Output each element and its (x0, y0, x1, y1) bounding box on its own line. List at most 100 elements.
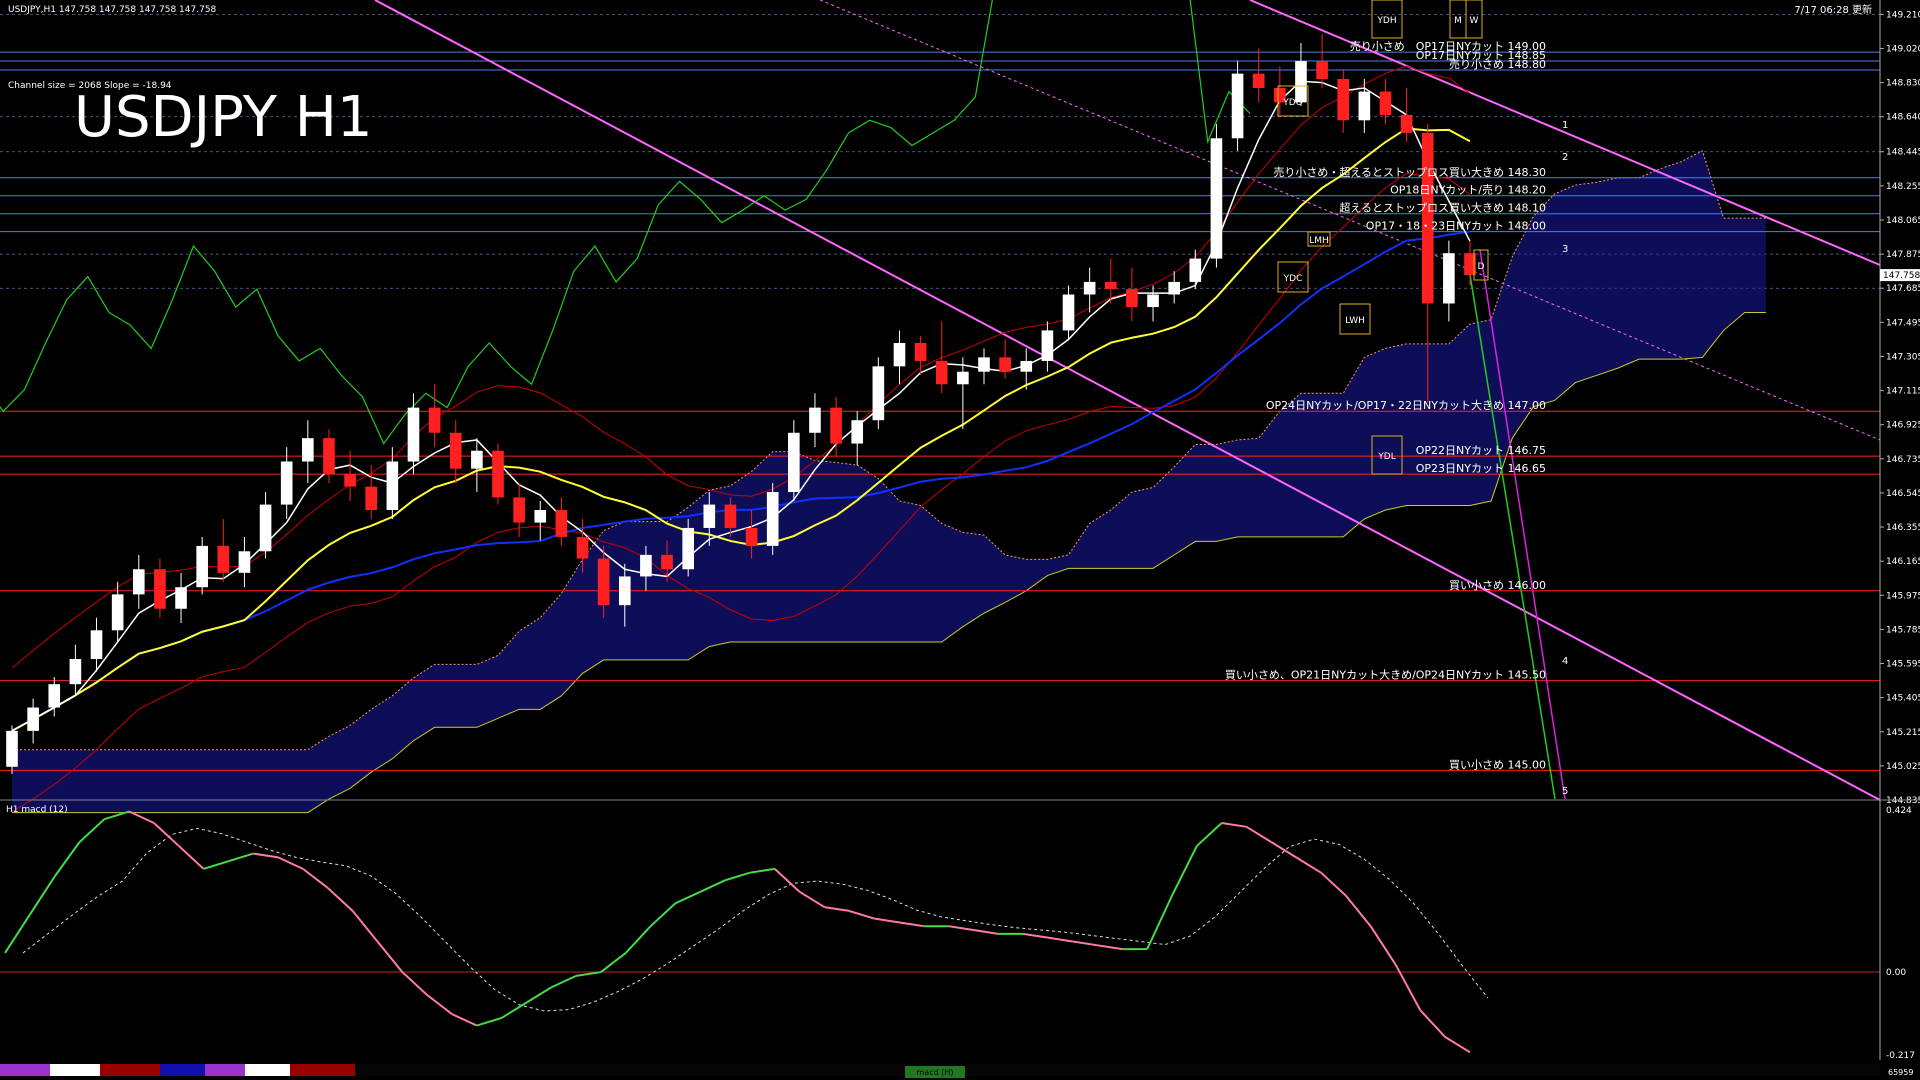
y-tick-label-18: 145.785 (1886, 625, 1920, 635)
candle-body-66 (1400, 114, 1413, 133)
candle-body-56 (1189, 258, 1202, 282)
session-bar-5 (205, 1064, 245, 1076)
y-tick-label-13: 146.735 (1886, 455, 1920, 465)
wave-label-3: 3 (1562, 244, 1568, 255)
y-tick-label-8: 147.685 (1886, 284, 1920, 294)
candle-body-36 (766, 492, 779, 546)
macd-title: H1 macd (12) (6, 805, 68, 815)
macd-tab-label[interactable]: macd (H) (917, 1068, 954, 1077)
wave-label-5: 5 (1562, 786, 1568, 797)
y-tick-label-12: 146.925 (1886, 421, 1920, 431)
session-bar-4 (160, 1064, 205, 1076)
chart-canvas: YDHYDOYDCYDLLMHLWHDM W 売り小さめ OP17日NYカット 1… (0, 0, 1920, 1080)
candle-body-3 (69, 659, 82, 685)
candle-body-34 (724, 504, 737, 528)
candle-body-11 (238, 551, 251, 573)
candle-body-62 (1316, 61, 1328, 80)
candle-body-38 (809, 407, 821, 433)
level-label-7: OP24日NYカット/OP17・22日NYカット大きめ 147.00 (1266, 398, 1546, 412)
level-label-12: 買い小さめ 145.00 (1449, 758, 1546, 771)
candle-body-51 (1083, 281, 1096, 295)
y-tick-label-15: 146.355 (1886, 523, 1920, 533)
x-label-7-17: 7/17 (262, 1067, 282, 1077)
y-tick-label-0: 149.210 (1886, 10, 1920, 20)
y-tick-label-4: 148.445 (1886, 148, 1920, 158)
candle-body-5 (111, 594, 124, 631)
level-label-10: 買い小さめ 146.00 (1449, 579, 1546, 592)
candle-body-57 (1210, 138, 1223, 259)
candle-body-48 (1020, 360, 1033, 372)
candle-body-65 (1379, 91, 1392, 115)
y-tick-label-11: 147.115 (1886, 387, 1920, 397)
candle-body-30 (640, 554, 652, 577)
level-label-3: 売り小さめ・超えるとストップロス買い大きめ 148.30 (1273, 165, 1546, 179)
macd-y-label-1: 0.00 (1886, 968, 1906, 978)
x-label-7-16: 7/16 (72, 1067, 92, 1077)
y-tick-label-20: 145.405 (1886, 694, 1920, 704)
candle-body-29 (618, 576, 631, 606)
candle-body-33 (703, 504, 716, 528)
session-bar-3 (100, 1064, 160, 1076)
y-tick-label-16: 146.165 (1886, 557, 1920, 567)
candle-body-61 (1295, 61, 1307, 103)
y-tick-label-10: 147.305 (1886, 352, 1920, 362)
candle-body-21 (449, 432, 462, 469)
y-tick-label-23: 144.835 (1886, 796, 1920, 806)
y-tick-label-22: 145.025 (1886, 762, 1920, 772)
time-axis-strip: 7/16 7/17 macd (H) 65959 (0, 1062, 1920, 1080)
y-tick-label-3: 148.640 (1886, 113, 1920, 123)
candle-body-7 (154, 569, 166, 609)
candle-body-37 (788, 432, 800, 493)
box-label-YDO: YDO (1282, 98, 1303, 108)
candle-body-59 (1252, 73, 1265, 88)
candle-body-47 (999, 357, 1011, 372)
candle-body-39 (830, 407, 842, 444)
candle-body-1 (27, 707, 39, 731)
candle-body-32 (682, 527, 694, 570)
candle-body-27 (576, 536, 589, 559)
y-tick-label-1: 149.020 (1886, 44, 1920, 54)
level-label-5: 超えるとストップロス買い大きめ 148.10 (1339, 201, 1546, 215)
candle-body-4 (90, 630, 103, 660)
level-label-9: OP23日NYカット 146.65 (1416, 462, 1546, 475)
y-tick-label-19: 145.595 (1886, 660, 1920, 670)
level-label-4: OP18日NYカット/売り 148.20 (1390, 184, 1546, 197)
candle-body-31 (661, 554, 673, 570)
candle-body-6 (132, 569, 145, 595)
candle-body-63 (1337, 79, 1350, 121)
candle-body-24 (513, 497, 525, 523)
candle-body-0 (6, 730, 18, 767)
macd-y-label-2: -0.217 (1886, 1051, 1915, 1061)
candle-body-18 (386, 461, 399, 510)
y-tick-label-5: 148.255 (1886, 182, 1920, 192)
level-label-2: 売り小さめ 148.80 (1449, 58, 1546, 71)
y-tick-label-14: 146.545 (1886, 489, 1920, 499)
session-bar-1 (0, 1064, 50, 1076)
wave-label-2: 2 (1562, 152, 1568, 163)
bottom-number: 65959 (1888, 1068, 1913, 1077)
candle-body-10 (217, 545, 230, 573)
candle-body-64 (1358, 91, 1371, 121)
candle-body-13 (280, 461, 293, 505)
big-title: USDJPY H1 (74, 85, 372, 150)
candle-body-20 (428, 407, 441, 433)
box-label-YDH: YDH (1376, 16, 1396, 26)
y-tick-label-9: 147.495 (1886, 318, 1920, 328)
candle-body-54 (1147, 294, 1159, 308)
last-price-label: 147.758 (1883, 271, 1920, 281)
wave-label-1: 1 (1562, 120, 1568, 131)
level-label-6: OP17・18・23日NYカット 148.00 (1366, 220, 1546, 233)
box-label-YDC: YDC (1283, 274, 1303, 284)
level-label-8: OP22日NYカット 146.75 (1416, 444, 1546, 457)
candle-body-16 (344, 474, 356, 487)
y-tick-label-6: 148.065 (1886, 216, 1920, 226)
candle-body-44 (935, 360, 948, 385)
candle-body-35 (745, 527, 758, 546)
candle-body-52 (1104, 281, 1117, 290)
candle-body-19 (407, 407, 420, 462)
ohlc-label: USDJPY,H1 147.758 147.758 147.758 147.75… (8, 5, 217, 15)
candle-body-2 (48, 684, 61, 708)
candle-body-45 (957, 371, 969, 385)
candle-body-12 (259, 504, 272, 552)
candle-body-8 (175, 587, 187, 609)
